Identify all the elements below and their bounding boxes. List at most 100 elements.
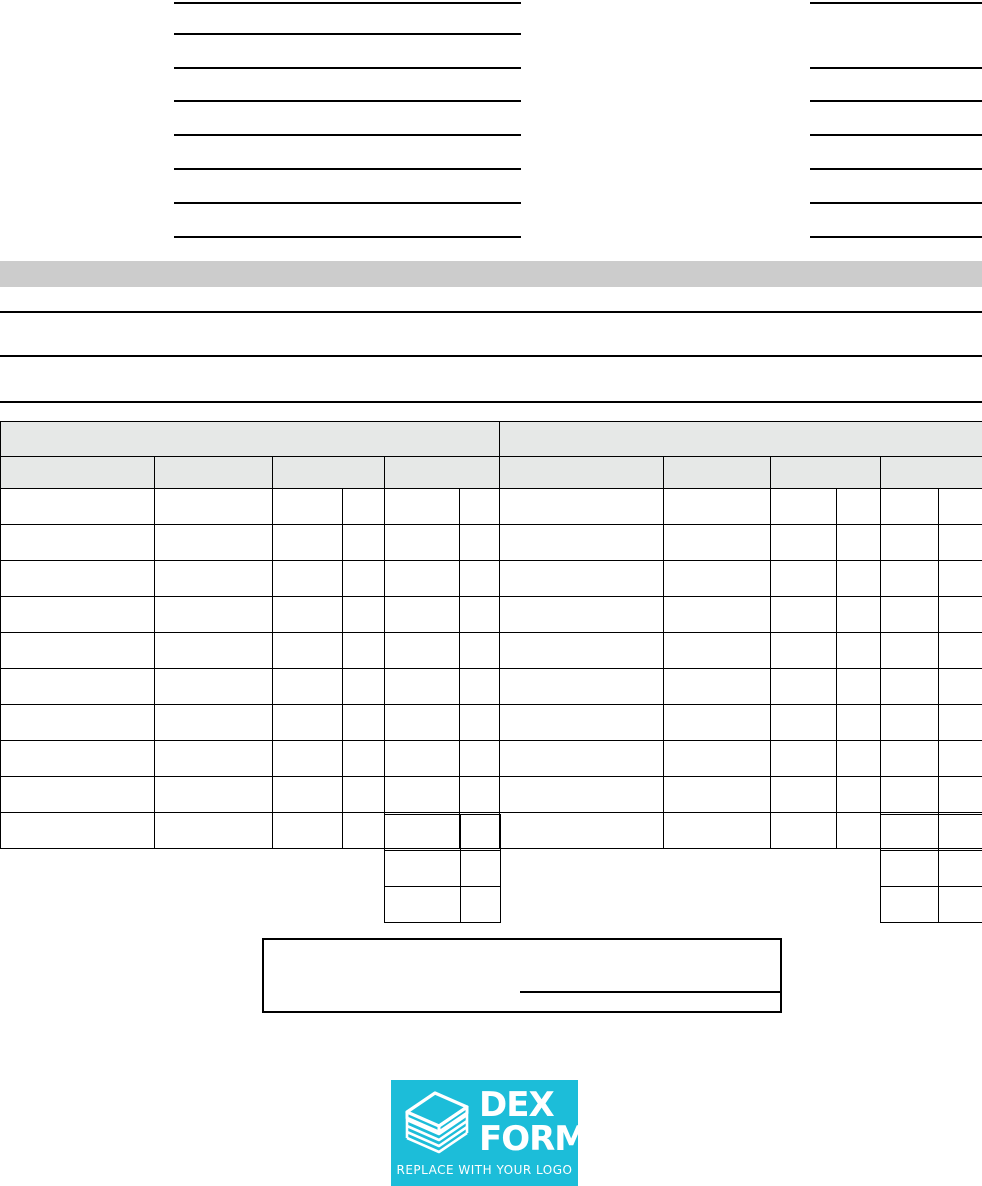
totals-right-value[interactable] — [880, 814, 939, 851]
cell[interactable] — [272, 704, 343, 741]
cell[interactable] — [938, 668, 982, 705]
cell[interactable] — [0, 524, 155, 561]
cell[interactable] — [499, 524, 665, 561]
cell[interactable] — [384, 740, 460, 777]
cell[interactable] — [663, 776, 772, 813]
cell[interactable] — [458, 488, 501, 525]
cell[interactable] — [154, 524, 273, 561]
cell[interactable] — [938, 740, 982, 777]
table-row[interactable] — [0, 560, 982, 597]
cell[interactable] — [880, 596, 940, 633]
notes-rule-3[interactable] — [0, 401, 982, 403]
cell[interactable] — [770, 740, 838, 777]
totals-left-extra[interactable] — [459, 850, 502, 887]
cell[interactable] — [836, 524, 882, 561]
cell[interactable] — [770, 704, 838, 741]
cell[interactable] — [938, 488, 982, 525]
cell[interactable] — [770, 488, 838, 525]
cell[interactable] — [938, 524, 982, 561]
cell[interactable] — [663, 668, 772, 705]
totals-left-value[interactable] — [384, 850, 461, 887]
cell[interactable] — [663, 488, 772, 525]
header-right-field-line-6[interactable] — [810, 202, 982, 204]
totals-right-extra[interactable] — [938, 850, 982, 887]
header-right-field-line-4[interactable] — [810, 134, 982, 136]
cell[interactable] — [0, 812, 155, 849]
cell[interactable] — [663, 704, 772, 741]
cell[interactable] — [499, 668, 665, 705]
cell[interactable] — [880, 632, 940, 669]
totals-left-row[interactable] — [384, 850, 502, 887]
totals-right-row[interactable] — [880, 814, 982, 851]
cell[interactable] — [384, 668, 460, 705]
cell[interactable] — [0, 776, 155, 813]
header-left-field-line-2[interactable] — [174, 33, 521, 35]
cell[interactable] — [0, 740, 155, 777]
cell[interactable] — [272, 524, 343, 561]
header-left-field-line-4[interactable] — [174, 100, 521, 102]
header-left-field-line-1[interactable] — [174, 2, 521, 4]
header-right-field-line-7[interactable] — [810, 236, 982, 238]
cell[interactable] — [938, 596, 982, 633]
cell[interactable] — [499, 704, 665, 741]
cell[interactable] — [154, 776, 273, 813]
cell[interactable] — [499, 488, 665, 525]
cell[interactable] — [836, 812, 882, 849]
cell[interactable] — [663, 632, 772, 669]
totals-left-extra[interactable] — [459, 886, 502, 923]
cell[interactable] — [880, 740, 940, 777]
cell[interactable] — [836, 560, 882, 597]
cell[interactable] — [836, 740, 882, 777]
cell[interactable] — [458, 560, 501, 597]
cell[interactable] — [770, 812, 838, 849]
cell[interactable] — [836, 632, 882, 669]
cell[interactable] — [458, 668, 501, 705]
cell[interactable] — [880, 488, 940, 525]
cell[interactable] — [770, 776, 838, 813]
notes-rule-1[interactable] — [0, 311, 982, 313]
totals-left-value[interactable] — [384, 886, 461, 923]
totals-right-extra[interactable] — [938, 886, 982, 923]
cell[interactable] — [0, 668, 155, 705]
cell[interactable] — [499, 632, 665, 669]
cell[interactable] — [342, 776, 385, 813]
cell[interactable] — [499, 596, 665, 633]
cell[interactable] — [770, 632, 838, 669]
cell[interactable] — [342, 524, 385, 561]
cell[interactable] — [342, 560, 385, 597]
table-row[interactable] — [0, 740, 982, 777]
cell[interactable] — [458, 704, 501, 741]
totals-left-extra[interactable] — [459, 814, 502, 851]
header-left-field-line-3[interactable] — [174, 67, 521, 69]
header-right-field-line-3[interactable] — [810, 100, 982, 102]
cell[interactable] — [384, 704, 460, 741]
cell[interactable] — [458, 524, 501, 561]
cell[interactable] — [836, 776, 882, 813]
cell[interactable] — [663, 812, 772, 849]
header-right-field-line-1[interactable] — [810, 2, 982, 4]
cell[interactable] — [770, 560, 838, 597]
table-row[interactable] — [0, 488, 982, 525]
cell[interactable] — [836, 668, 882, 705]
cell[interactable] — [272, 668, 343, 705]
table-row[interactable] — [0, 596, 982, 633]
cell[interactable] — [0, 632, 155, 669]
totals-right-row[interactable] — [880, 850, 982, 887]
cell[interactable] — [342, 704, 385, 741]
cell[interactable] — [663, 524, 772, 561]
cell[interactable] — [154, 704, 273, 741]
cell[interactable] — [663, 560, 772, 597]
cell[interactable] — [272, 776, 343, 813]
cell[interactable] — [0, 704, 155, 741]
cell[interactable] — [836, 596, 882, 633]
table-row[interactable] — [0, 524, 982, 561]
cell[interactable] — [154, 668, 273, 705]
cell[interactable] — [272, 740, 343, 777]
header-right-field-line-5[interactable] — [810, 168, 982, 170]
cell[interactable] — [880, 776, 940, 813]
cell[interactable] — [384, 524, 460, 561]
header-left-field-line-6[interactable] — [174, 168, 521, 170]
cell[interactable] — [663, 740, 772, 777]
cell[interactable] — [0, 560, 155, 597]
totals-left-value[interactable] — [384, 814, 461, 851]
